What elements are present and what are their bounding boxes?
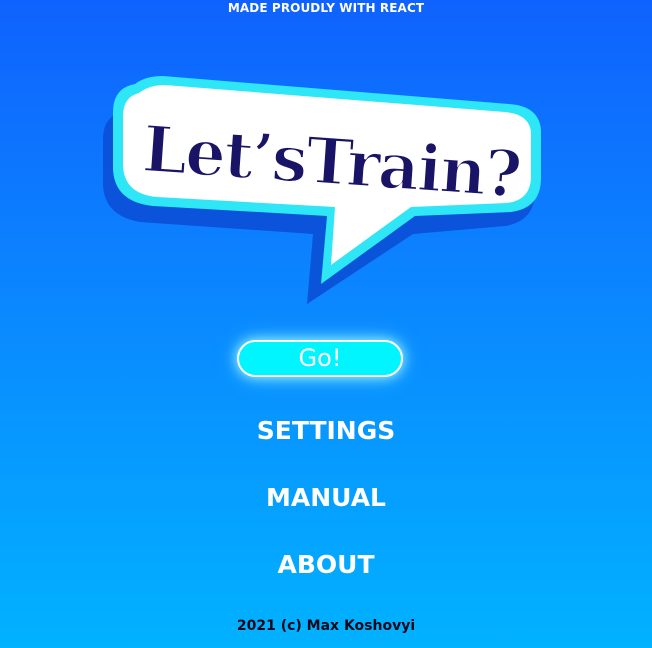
- copyright-footer: 2021 (c) Max Koshovyi: [236, 618, 416, 634]
- go-button[interactable]: Go!: [237, 340, 403, 377]
- made-with-react-note: MADE PROUDLY WITH REACT: [227, 1, 425, 15]
- about-link[interactable]: ABOUT: [0, 550, 652, 579]
- settings-link[interactable]: SETTINGS: [0, 416, 652, 445]
- lets-train-logo: Let’sTrain?: [95, 66, 555, 316]
- manual-link[interactable]: MANUAL: [0, 483, 652, 512]
